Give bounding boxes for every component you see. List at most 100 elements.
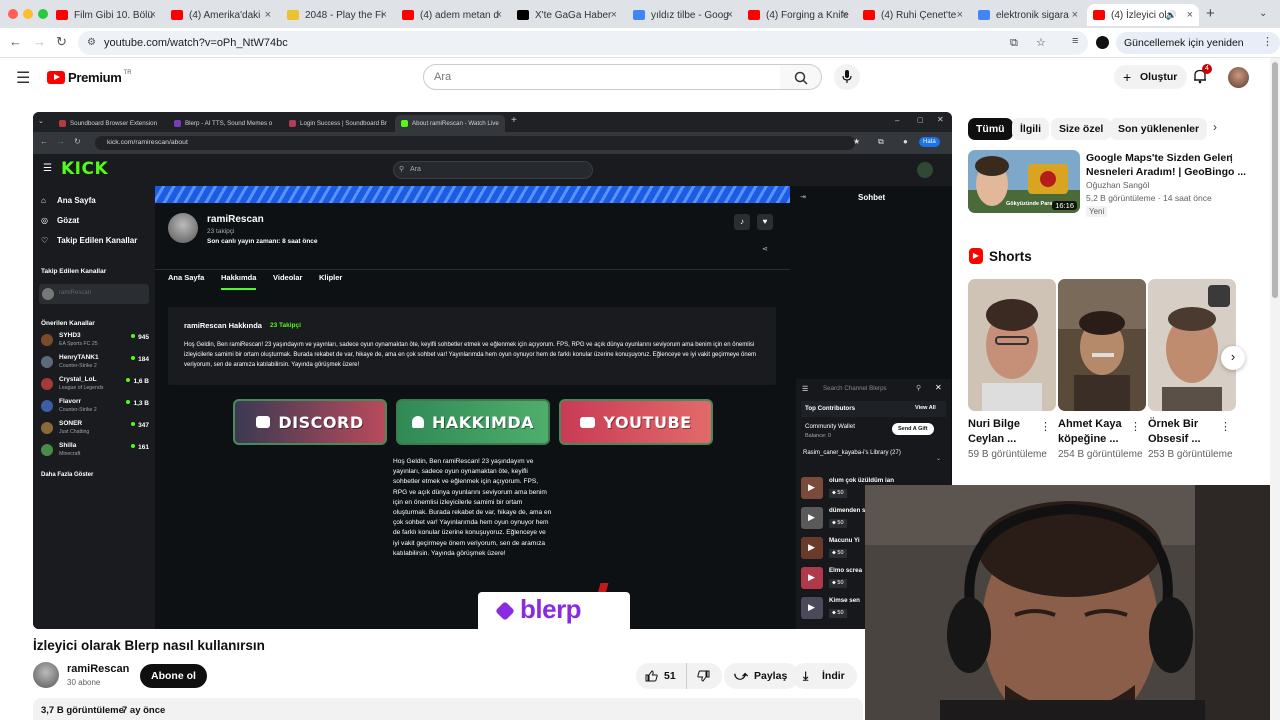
channel-avatar[interactable] [33,662,59,688]
browser-tab[interactable]: Film Gibi 10. Bölü × [50,4,162,26]
page-scrollbar[interactable] [1270,58,1280,720]
reading-list-icon[interactable]: ≡ [1072,35,1078,47]
browser-tab[interactable]: (4) İzleyici ola × 🔊 [1087,4,1199,26]
recommended-more-icon[interactable]: ⋮ [1226,152,1237,165]
kick-menu-icon: ☰ [43,163,52,174]
tab-close-icon[interactable]: × [381,9,387,21]
notifications-button[interactable]: 4 [1192,64,1212,86]
shorts-next-button[interactable]: › [1221,346,1245,370]
video-title: İzleyici olarak Blerp nasıl kullanırsın [33,638,265,653]
maximize-window-button[interactable] [38,9,48,19]
cast-icon[interactable]: ⧉ [1010,31,1018,55]
browser-tab[interactable]: X'te GaGa Haber × [511,4,623,26]
tab-close-icon[interactable]: × [496,9,502,21]
kick-topbar: ☰ KICK ⚲ Ara [33,154,952,186]
download-button[interactable]: ⤓ İndir [792,663,857,689]
recommended-thumbnail[interactable]: Gökyüzünde Para 16:16 [968,150,1080,213]
kick-logo: KICK [61,159,109,179]
subscribe-button[interactable]: Abone ol [140,664,207,688]
filter-chip[interactable]: Size özel [1051,118,1112,140]
search-button[interactable] [780,64,822,90]
blerp-price-value: 50 [837,610,844,616]
new-tab-icon[interactable]: + [1206,5,1215,22]
kick-search: ⚲ Ara [393,161,593,179]
close-window-button[interactable] [8,9,18,19]
bookmark-star-icon[interactable]: ☆ [1036,31,1046,55]
short-more-icon[interactable]: ⋮ [1130,420,1141,433]
update-button[interactable]: Güncellemek için yeniden başlat [1116,32,1280,71]
recommended-title[interactable]: Google Maps'te Sizden Gelen Nesneleri Ar… [1086,151,1246,179]
create-button[interactable]: + Oluştur [1114,65,1188,89]
discord-label: DISCORD [278,412,364,432]
recommended-channel[interactable]: Oğuzhan Sangöl [1086,180,1149,190]
back-icon[interactable]: ← [9,34,22,49]
youtube-premium-logo[interactable]: Premium TR [47,70,132,85]
browser-tab-label: (4) adem metan d [420,9,499,21]
short-more-icon[interactable]: ⋮ [1220,420,1231,433]
chat-title: Sohbet [858,193,886,202]
dislike-button[interactable] [686,663,722,689]
filter-chip[interactable]: İlgili [1012,118,1049,140]
description-box[interactable]: 3,7 B görüntüleme 7 ay önce [33,698,863,720]
short-card[interactable]: Nuri Bilge Ceylan ... 59 B görüntüleme ⋮ [968,279,1056,460]
site-info-icon[interactable]: ⚙ [87,31,96,55]
webcam-person-image [865,485,1280,720]
tab-close-icon[interactable]: × [611,9,617,21]
browser-tab[interactable]: elektronik sigara × [972,4,1084,26]
youtube-play-icon [47,71,65,84]
short-more-icon[interactable]: ⋮ [1040,420,1051,433]
tab-close-icon[interactable]: × [150,9,156,21]
chips-next-icon[interactable]: › [1213,120,1217,134]
youtube-panel-label: YOUTUBE [603,412,692,432]
tab-audio-icon[interactable]: 🔊 [1166,10,1177,21]
profile-avatar[interactable] [1096,36,1109,49]
filter-chip[interactable]: Tümü [968,118,1013,140]
tab-close-icon[interactable]: × [1187,9,1193,21]
blerp-sound-thumb: ▶ [801,537,823,559]
url-text: youtube.com/watch?v=oPh_NtW74bc [104,37,288,49]
url-field[interactable]: ⚙ youtube.com/watch?v=oPh_NtW74bc ⧉ ☆ [78,31,1088,55]
inner-tab-favicon-icon [59,120,66,127]
play-icon: ▶ [808,572,815,582]
menu-icon[interactable]: ☰ [16,68,30,88]
browser-tab[interactable]: (4) Forging a Knife × [742,4,854,26]
tab-close-icon[interactable]: × [957,9,963,21]
channel-name[interactable]: ramiRescan [67,663,129,675]
short-title: Örnek Bir Obsesif ... [1148,418,1201,445]
video-player[interactable]: ⌄ Soundboard Browser Extension Blerp - AI… [33,112,952,629]
scrollbar-thumb[interactable] [1272,62,1278,298]
share-button[interactable]: ⤻ Paylaş [724,663,800,689]
browser-menu-icon[interactable]: ⋮ [1262,35,1273,48]
kick-followed-item: ramiRescan [39,284,149,304]
search-input[interactable]: Ara [423,64,781,90]
voice-search-button[interactable] [834,64,860,90]
notification-count-badge: 4 [1202,64,1212,74]
like-button[interactable]: 51 [636,663,686,689]
inner-url: kick.com/ramirescan/about [95,136,855,150]
tab-list-icon[interactable]: ⌄ [1259,8,1267,19]
tab-close-icon[interactable]: × [842,9,848,21]
blerp-sound-price: ⬥ 50 [829,549,847,558]
tab-close-icon[interactable]: × [727,9,733,21]
browser-tab[interactable]: (4) adem metan d × [396,4,508,26]
browser-tab[interactable]: 2048 - Play the Fi × [281,4,393,26]
browser-tab[interactable]: (4) Ruhi Çenet'te × [857,4,969,26]
kick-followed-heading: Takip Edilen Kanallar [41,268,107,275]
user-avatar[interactable] [1228,67,1249,88]
forward-icon[interactable]: → [33,34,46,49]
browser-tab[interactable]: yıldız tilbe - Goog × [627,4,739,26]
short-card[interactable]: Ahmet Kaya köpeğine ... 254 B görüntülem… [1058,279,1146,460]
filter-chip[interactable]: Son yüklenenler [1110,118,1208,140]
youtube-panel-icon [580,416,596,428]
blerp-send-gift: Send A Gift [892,423,934,435]
minimize-window-button[interactable] [23,9,33,19]
blerp-sound-price: ⬥ 50 [829,609,847,618]
inner-back-icon: ← [40,137,48,146]
tab-close-icon[interactable]: × [1072,9,1078,21]
tab-close-icon[interactable]: × [265,9,271,21]
play-icon: ▶ [808,602,815,612]
short-card[interactable]: Örnek Bir Obsesif ... 253 B görüntüleme … [1148,279,1236,460]
view-count: 3,7 B görüntüleme [41,705,124,716]
reload-icon[interactable]: ↻ [56,34,67,50]
browser-tab[interactable]: (4) Amerika'daki × [165,4,277,26]
